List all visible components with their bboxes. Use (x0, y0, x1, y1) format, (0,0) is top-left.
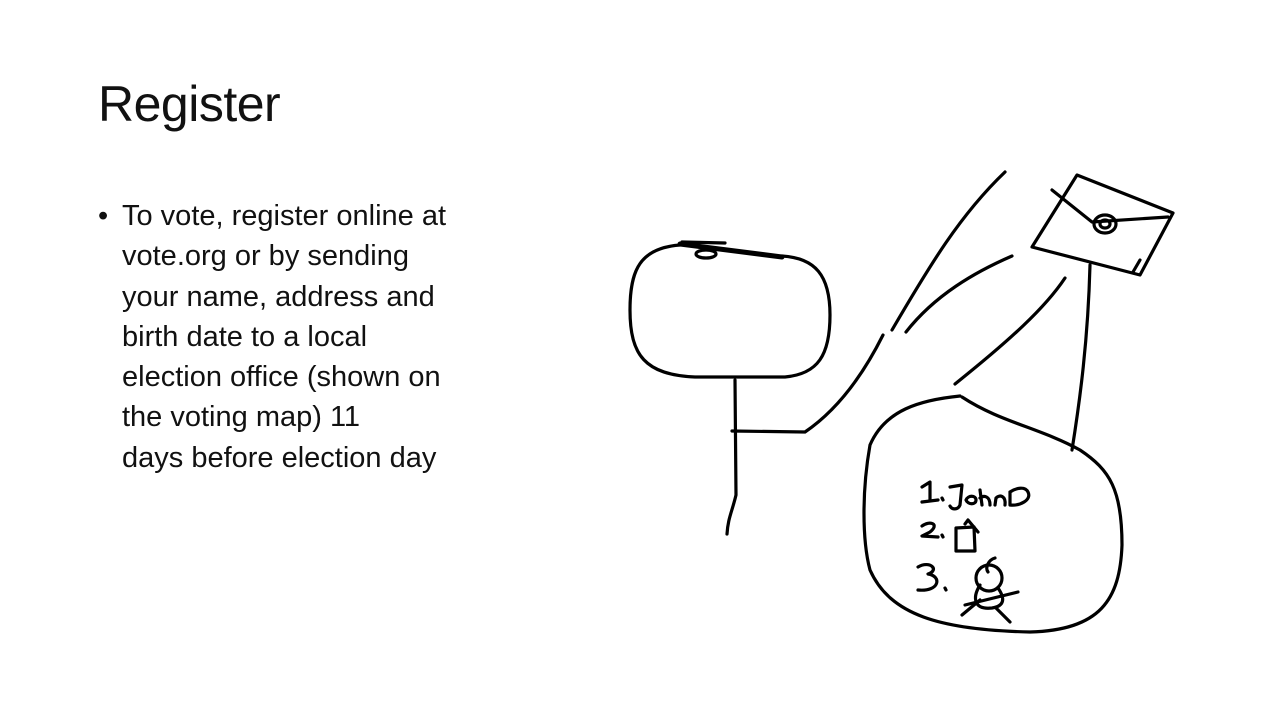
bullet-text-line: vote.org or by sending (122, 240, 409, 273)
bullet-list: • To vote, register online at vote.org o… (98, 196, 538, 478)
slide: Register • To vote, register online at v… (0, 0, 1280, 720)
road-lines-icon (890, 170, 1092, 452)
bullet-text-line: your name, address and (122, 280, 435, 313)
envelope-icon (1030, 173, 1175, 277)
bullet-text-line: the voting map) 11 (122, 401, 361, 434)
bullet-text-line: election office (shown on (122, 361, 441, 394)
bullet-icon: • (98, 200, 109, 232)
bullet-text-line: days before election day (122, 441, 437, 474)
list-item: • To vote, register online at vote.org o… (98, 196, 538, 478)
handwritten-list (916, 480, 1031, 624)
sign-icon (628, 240, 885, 536)
hand-drawn-sketch (628, 170, 1175, 634)
bullet-text-line: birth date to a local (122, 320, 368, 353)
bullet-text-line: To vote, register online at (122, 200, 447, 232)
slide-title: Register (98, 76, 281, 132)
